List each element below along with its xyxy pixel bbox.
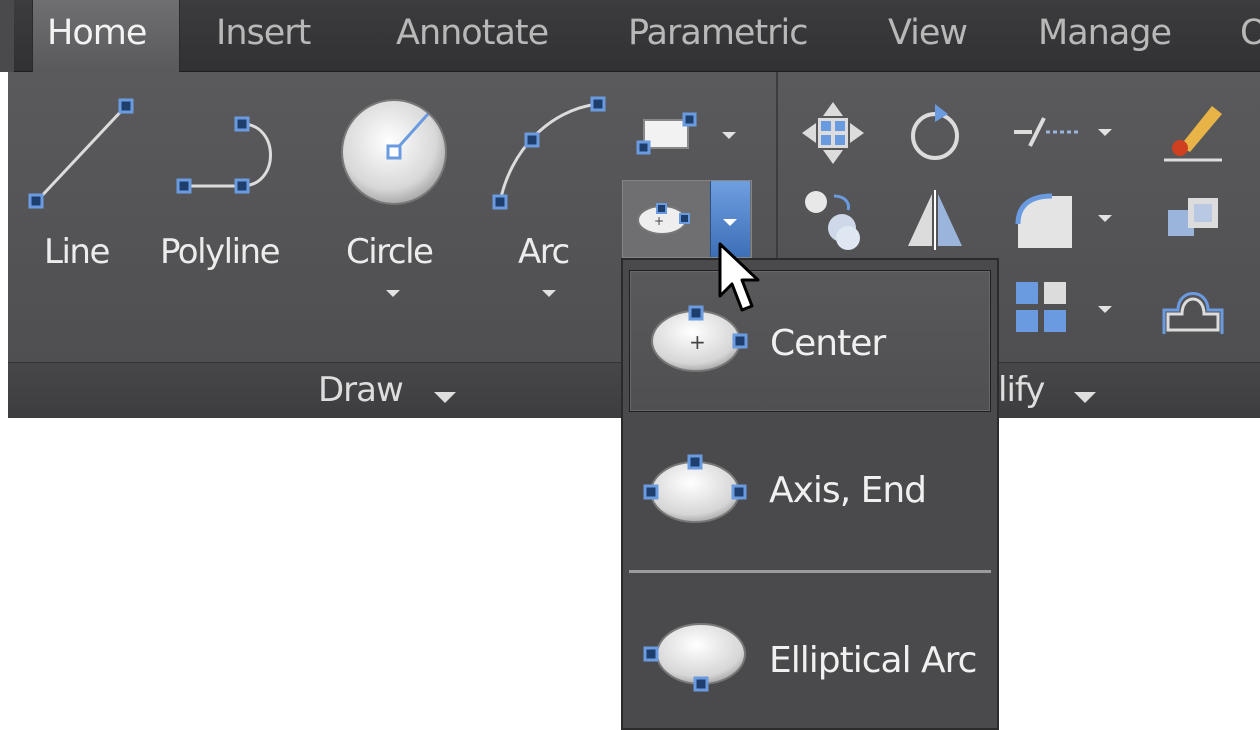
tab-home[interactable]: Home <box>32 0 180 73</box>
menu-item-center-label[interactable]: Center <box>770 323 886 364</box>
arc-icon[interactable] <box>486 92 616 222</box>
rotate-icon[interactable] <box>902 100 968 166</box>
draw-panel-expand-icon[interactable] <box>434 392 456 403</box>
ellipse-axis-end-icon <box>643 454 747 523</box>
circle-button-label[interactable]: Circle <box>346 232 434 272</box>
line-button-label[interactable]: Line <box>44 232 110 272</box>
elliptical-arc-icon <box>643 623 746 692</box>
menu-item-axis-end[interactable]: Axis, End <box>629 430 991 572</box>
tab-parametric[interactable]: Parametric <box>628 6 809 64</box>
draw-panel-title[interactable]: Draw <box>318 370 404 410</box>
trim-icon[interactable] <box>1010 112 1120 152</box>
tab-output[interactable]: O <box>1240 6 1260 64</box>
ellipse-icon: + <box>637 203 690 235</box>
rectangle-icon[interactable] <box>632 110 742 160</box>
tab-insert[interactable]: Insert <box>216 6 311 64</box>
move-icon[interactable] <box>800 100 866 166</box>
circle-icon[interactable] <box>338 96 450 208</box>
arc-dropdown-arrow[interactable] <box>542 290 556 297</box>
ribbon-tab-bar: Home Insert Annotate Parametric View Man… <box>0 0 1260 73</box>
fillet-icon[interactable] <box>1010 188 1120 254</box>
copy-icon[interactable] <box>800 188 870 254</box>
array-icon[interactable] <box>1010 276 1120 342</box>
menu-item-elliptical-arc[interactable]: Elliptical Arc <box>629 590 991 730</box>
menu-separator <box>629 570 991 573</box>
modify-panel-expand-icon[interactable] <box>1074 392 1096 403</box>
tab-stub <box>0 0 14 72</box>
menu-item-center[interactable]: + Center <box>629 270 991 412</box>
circle-dropdown-arrow[interactable] <box>386 290 400 297</box>
menu-item-elliptical-arc-label[interactable]: Elliptical Arc <box>769 640 977 681</box>
arc-button-label[interactable]: Arc <box>518 232 570 272</box>
polyline-icon[interactable] <box>168 110 298 200</box>
chevron-down-icon <box>723 219 737 226</box>
tab-annotate[interactable]: Annotate <box>396 6 549 64</box>
offset-icon[interactable] <box>1160 276 1226 342</box>
mouse-cursor-icon <box>718 242 760 312</box>
tab-manage[interactable]: Manage <box>1038 6 1172 64</box>
stretch-icon[interactable] <box>1160 188 1226 254</box>
modify-panel-title[interactable]: lify <box>998 370 1045 410</box>
menu-item-axis-end-label[interactable]: Axis, End <box>769 470 927 511</box>
svg-text:+: + <box>689 330 706 354</box>
polyline-button-label[interactable]: Polyline <box>160 232 281 272</box>
tab-view[interactable]: View <box>888 6 968 64</box>
erase-icon[interactable] <box>1160 100 1226 166</box>
mirror-icon[interactable] <box>902 188 968 254</box>
ellipse-dropdown-menu: + Center Axis, End Elliptical Arc <box>621 258 999 730</box>
svg-text:+: + <box>654 214 664 228</box>
line-icon[interactable] <box>20 92 150 222</box>
